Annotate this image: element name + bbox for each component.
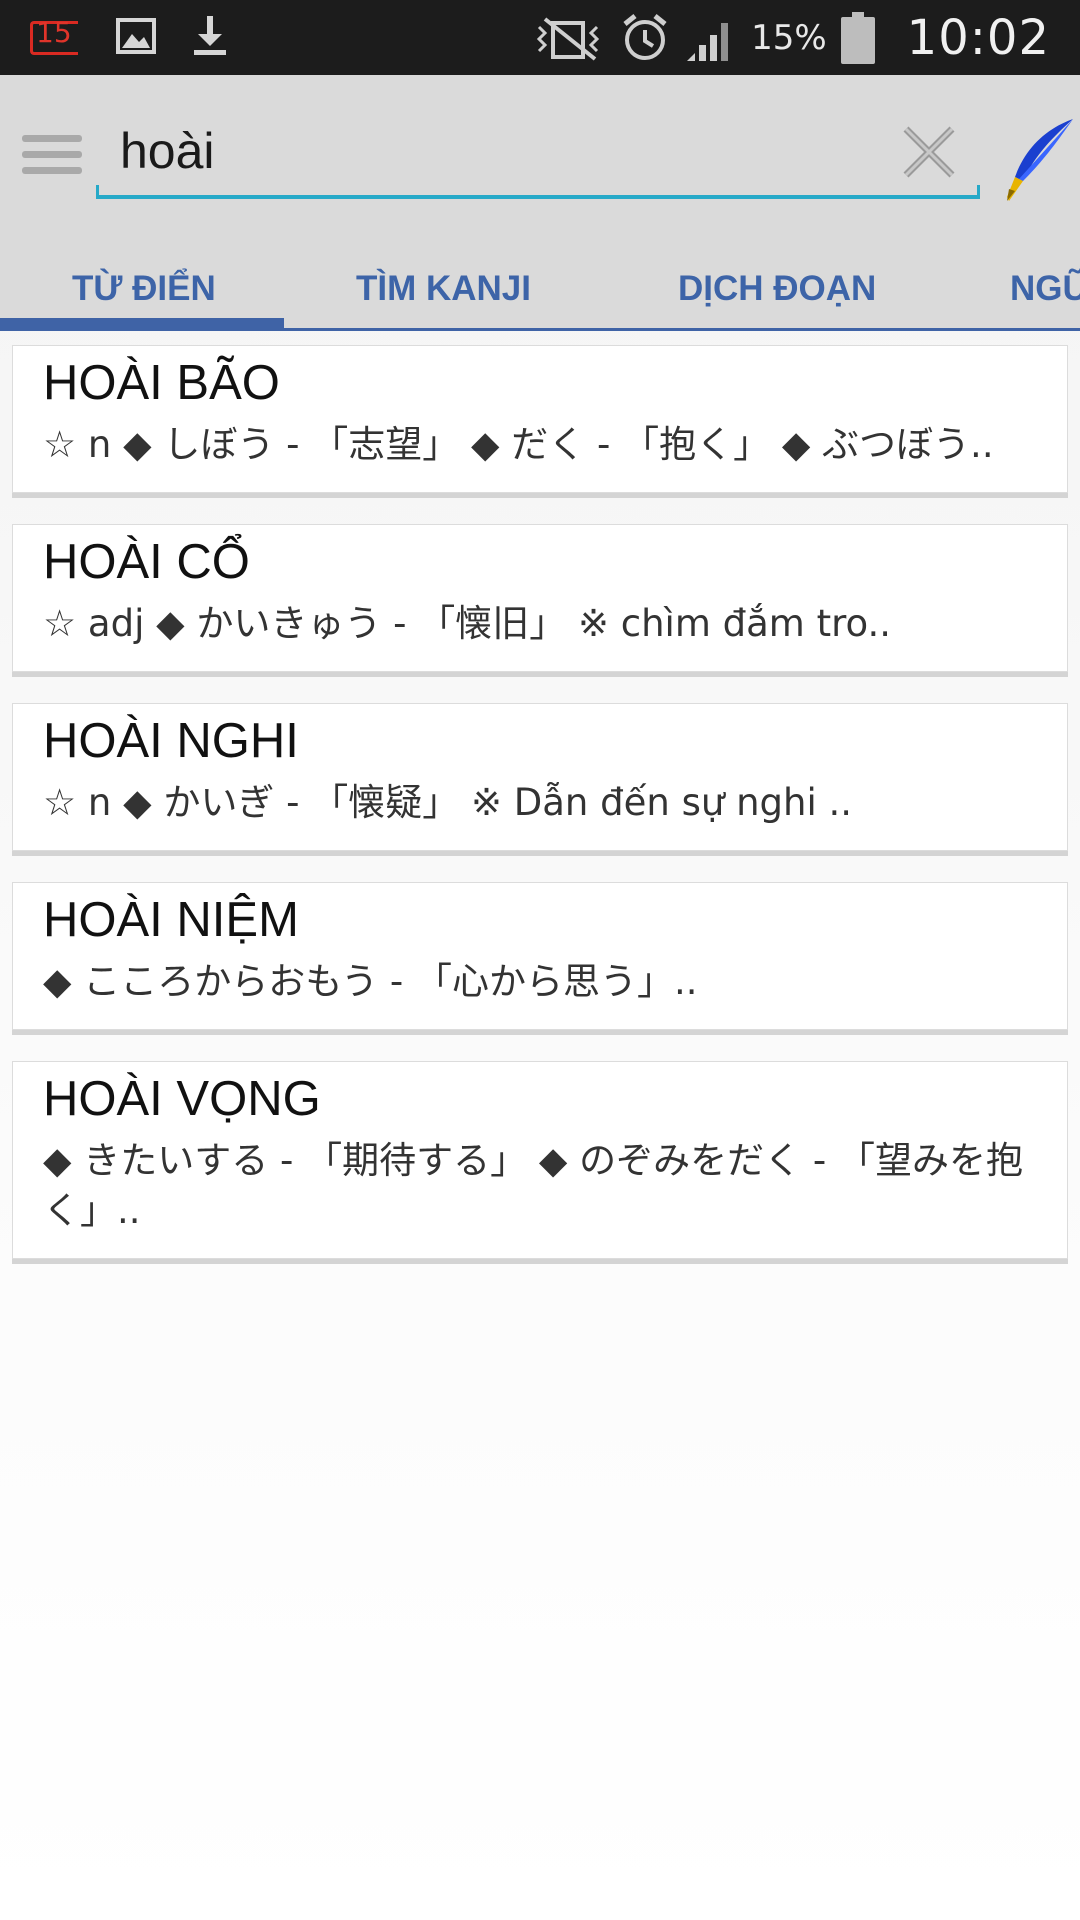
quill-pen-icon[interactable]	[995, 115, 1075, 205]
entry-title: HOÀI VỌNG	[43, 1072, 321, 1126]
battery-icon	[840, 12, 875, 64]
tab-ngu[interactable]: NGỮ	[1010, 269, 1080, 309]
list-item[interactable]: HOÀI NGHI ☆ n ◆ かいぎ - 「懐疑」 ※ Dẫn đến sự …	[12, 703, 1068, 851]
list-item[interactable]: HOÀI NIỆM ◆ こころからおもう - 「心から思う」..	[12, 882, 1068, 1030]
signal-strength-icon	[687, 23, 729, 61]
tab-tim-kanji[interactable]: TÌM KANJI	[356, 269, 531, 309]
tab-selected-indicator	[0, 318, 284, 328]
tab-tu-dien[interactable]: TỪ ĐIỂN	[72, 269, 216, 309]
hamburger-menu-icon[interactable]	[22, 135, 82, 179]
entry-title: HOÀI CỔ	[43, 535, 250, 589]
clock: 10:02	[906, 10, 1050, 66]
search-field	[96, 103, 980, 199]
list-item[interactable]: HOÀI CỔ ☆ adj ◆ かいきゅう - 「懐旧」 ※ chìm đắm …	[12, 524, 1068, 672]
entry-description: ☆ n ◆ しぼう - 「志望」 ◆ だく - 「抱く」 ◆ ぶつぼう..	[43, 423, 994, 466]
tab-bar: TỪ ĐIỂN TÌM KANJI DỊCH ĐOẠN NGỮ	[0, 235, 1080, 331]
list-item[interactable]: HOÀI VỌNG ◆ きたいする - 「期待する」 ◆ のぞみをだく - 「望…	[12, 1061, 1068, 1259]
entry-description: ◆ きたいする - 「期待する」 ◆ のぞみをだく - 「望みを抱く」..	[43, 1139, 1023, 1232]
alarm-icon	[623, 14, 667, 60]
status-left-icons: 15	[28, 14, 230, 58]
search-input[interactable]	[96, 103, 980, 199]
download-icon	[194, 16, 226, 55]
gallery-image-icon	[116, 18, 156, 54]
search-toolbar	[0, 75, 1080, 235]
close-icon[interactable]	[894, 117, 964, 187]
entry-description: ☆ n ◆ かいぎ - 「懐疑」 ※ Dẫn đến sự nghi ..	[43, 781, 853, 824]
entry-title: HOÀI NGHI	[43, 714, 299, 768]
results-list: HOÀI BÃO ☆ n ◆ しぼう - 「志望」 ◆ だく - 「抱く」 ◆ …	[12, 345, 1068, 1290]
status-bar: 15 15% 10:02	[0, 0, 1080, 75]
entry-title: HOÀI NIỆM	[43, 893, 299, 947]
tab-dich-doan[interactable]: DỊCH ĐOẠN	[678, 269, 876, 309]
notification-count: 15	[36, 16, 72, 49]
search-underline	[96, 185, 980, 199]
app-root: 15 15% 10:02 hoài TỪ ĐIỂN TÌM KANJI DỊCH…	[0, 0, 1080, 1920]
entry-title: HOÀI BÃO	[43, 356, 280, 410]
entry-description: ◆ こころからおもう - 「心から思う」..	[43, 960, 698, 1003]
list-item[interactable]: HOÀI BÃO ☆ n ◆ しぼう - 「志望」 ◆ だく - 「抱く」 ◆ …	[12, 345, 1068, 493]
calendar-notification-icon: 15	[28, 15, 82, 57]
status-right-icons: 15% 10:02	[533, 8, 1050, 68]
battery-percent: 15%	[751, 18, 827, 58]
vibrate-mute-icon	[536, 17, 600, 61]
entry-description: ☆ adj ◆ かいきゅう - 「懐旧」 ※ chìm đắm tro..	[43, 602, 892, 645]
